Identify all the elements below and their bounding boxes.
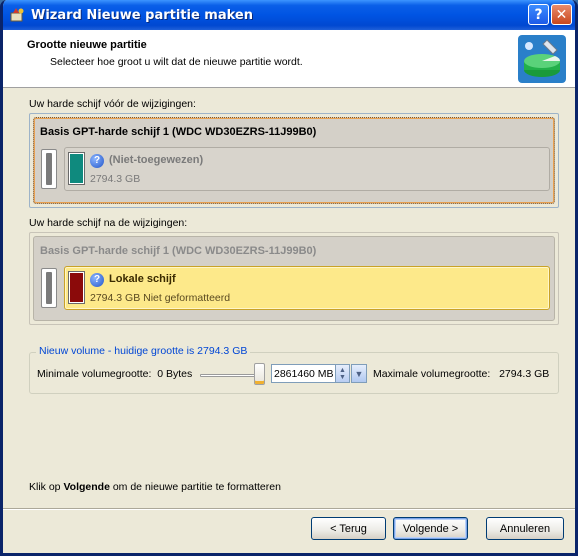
wizard-window: Wizard Nieuwe partitie maken ? ✕ Grootte… <box>0 0 578 556</box>
partition-unallocated[interactable]: ? (Niet-toegewezen) 2794.3 GB <box>64 147 550 191</box>
disk-after-panel: Basis GPT-harde schijf 1 (WDC WD30EZRS-1… <box>29 232 559 325</box>
wizard-logo-icon <box>517 34 567 84</box>
cancel-button[interactable]: Annuleren <box>486 517 564 540</box>
close-button[interactable]: ✕ <box>551 4 572 25</box>
partition-wizard-icon <box>9 7 25 23</box>
disk-after: Basis GPT-harde schijf 1 (WDC WD30EZRS-1… <box>33 236 555 321</box>
disk-before-name: Basis GPT-harde schijf 1 (WDC WD30EZRS-1… <box>40 126 317 138</box>
max-size-row: Maximale volumegrootte: 2794.3 GB <box>373 368 549 380</box>
size-slider-thumb[interactable] <box>254 363 265 385</box>
close-icon: ✕ <box>555 6 568 23</box>
partition-label: Lokale schijf <box>109 273 176 285</box>
page-subtitle: Selecteer hoe groot u wilt dat de nieuwe… <box>50 56 303 68</box>
spin-down-icon[interactable]: ▼ <box>339 374 346 381</box>
hint-bold: Volgende <box>63 481 110 493</box>
disk-before[interactable]: Basis GPT-harde schijf 1 (WDC WD30EZRS-1… <box>33 117 555 204</box>
disk-drive-icon <box>41 149 57 189</box>
max-size-label: Maximale volumegrootte: <box>373 368 491 380</box>
partition-label: (Niet-toegewezen) <box>109 154 204 166</box>
hint-suffix: om de nieuwe partitie te formatteren <box>109 481 281 493</box>
max-size-value: 2794.3 GB <box>499 368 550 380</box>
instruction-text: Klik op Volgende om de nieuwe partitie t… <box>29 481 281 493</box>
footer-divider <box>3 508 575 510</box>
unknown-filesystem-icon: ? <box>90 273 104 287</box>
partition-new[interactable]: ? Lokale schijf 2794.3 GB Niet geformatt… <box>64 266 550 310</box>
wizard-header: Grootte nieuwe partitie Selecteer hoe gr… <box>3 30 575 88</box>
help-button[interactable]: ? <box>528 4 549 25</box>
volume-size-group: Nieuw volume - huidige grootte is 2794.3… <box>29 345 559 394</box>
help-icon: ? <box>534 6 543 23</box>
unit-dropdown-button[interactable]: ▼ <box>351 364 367 383</box>
partition-size: 2794.3 GB <box>90 173 141 185</box>
window-title: Wizard Nieuwe partitie maken <box>31 7 253 23</box>
hint-prefix: Klik op <box>29 481 64 493</box>
size-input[interactable] <box>271 364 336 383</box>
page-title: Grootte nieuwe partitie <box>27 39 147 51</box>
after-label: Uw harde schijf na de wijzigingen: <box>29 217 188 229</box>
partition-size: 2794.3 GB Niet geformatteerd <box>90 292 231 304</box>
spin-up-icon[interactable]: ▲ <box>339 367 346 374</box>
size-spinner[interactable]: ▲ ▼ <box>336 364 350 383</box>
min-size-row: Minimale volumegrootte: 0 Bytes <box>37 368 192 380</box>
before-label: Uw harde schijf vóór de wijzigingen: <box>29 98 196 110</box>
partition-color-swatch <box>68 152 85 185</box>
chevron-down-icon: ▼ <box>354 368 364 379</box>
min-size-label: Minimale volumegrootte: <box>37 368 152 380</box>
disk-drive-icon <box>41 268 57 308</box>
back-button[interactable]: < Terug <box>311 517 386 540</box>
next-button[interactable]: Volgende > <box>393 517 468 540</box>
title-bar: Wizard Nieuwe partitie maken ? ✕ <box>3 0 575 30</box>
unknown-filesystem-icon: ? <box>90 154 104 168</box>
disk-before-panel: Basis GPT-harde schijf 1 (WDC WD30EZRS-1… <box>29 113 559 208</box>
min-size-value: 0 Bytes <box>157 368 193 380</box>
size-slider-track[interactable] <box>200 374 258 377</box>
disk-after-name: Basis GPT-harde schijf 1 (WDC WD30EZRS-1… <box>40 245 317 257</box>
partition-color-swatch <box>68 271 85 304</box>
volume-size-legend: Nieuw volume - huidige grootte is 2794.3… <box>36 345 251 357</box>
